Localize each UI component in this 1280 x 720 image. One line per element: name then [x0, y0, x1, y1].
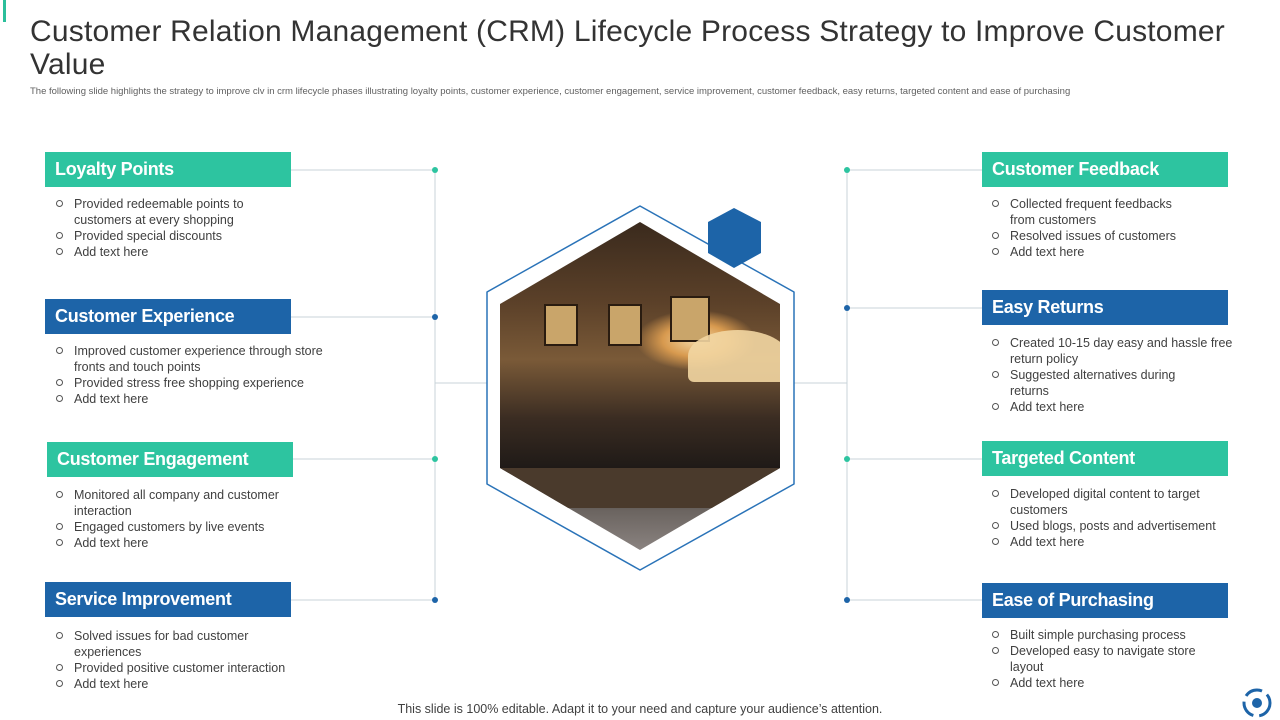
connector-dot: [432, 456, 438, 462]
list-item: Provided redeemable points to customers …: [45, 196, 274, 228]
list-item: Collected frequent feedbacks from custom…: [981, 196, 1196, 228]
connector-dot: [844, 167, 850, 173]
card-header-loyalty-points: Loyalty Points: [45, 152, 291, 187]
list-item: Add text here: [45, 535, 305, 551]
list-item: Improved customer experience through sto…: [45, 343, 345, 375]
card-header-ease-of-purchasing: Ease of Purchasing: [982, 583, 1228, 618]
bullet-list-targeted-content: Developed digital content to target cust…: [981, 486, 1251, 550]
list-item: Provided special discounts: [45, 228, 315, 244]
connector-dot: [844, 597, 850, 603]
list-item: Suggested alternatives during returns: [981, 367, 1210, 399]
list-item: Add text here: [45, 391, 345, 407]
list-item: Provided positive customer interaction: [45, 660, 315, 676]
connector-dot: [432, 597, 438, 603]
list-item: Used blogs, posts and advertisement: [981, 518, 1251, 534]
list-item: Add text here: [45, 676, 315, 692]
list-item: Add text here: [981, 534, 1251, 550]
footer-note: This slide is 100% editable. Adapt it to…: [397, 702, 883, 716]
bullet-list-loyalty-points: Provided redeemable points to customers …: [45, 196, 315, 260]
refresh-cycle-icon: [1242, 688, 1272, 718]
connector-dot: [432, 167, 438, 173]
list-item: Resolved issues of customers: [981, 228, 1196, 244]
list-item: Add text here: [981, 675, 1216, 691]
card-header-targeted-content: Targeted Content: [982, 441, 1228, 476]
list-item: Solved issues for bad customer experienc…: [45, 628, 284, 660]
bullet-list-service-improvement: Solved issues for bad customer experienc…: [45, 628, 315, 692]
small-hexagon-accent: [708, 208, 761, 268]
bullet-list-customer-experience: Improved customer experience through sto…: [45, 343, 345, 407]
connector-dot: [432, 314, 438, 320]
list-item: Developed easy to navigate store layout: [981, 643, 1216, 675]
card-header-easy-returns: Easy Returns: [982, 290, 1228, 325]
card-header-customer-experience: Customer Experience: [45, 299, 291, 334]
list-item: Add text here: [45, 244, 315, 260]
list-item: Developed digital content to target cust…: [981, 486, 1220, 518]
list-item: Built simple purchasing process: [981, 627, 1216, 643]
bullet-list-customer-feedback: Collected frequent feedbacks from custom…: [981, 196, 1196, 260]
connector-dot: [844, 456, 850, 462]
list-item: Monitored all company and customer inter…: [45, 487, 305, 519]
bullet-list-ease-of-purchasing: Built simple purchasing process Develope…: [981, 627, 1216, 691]
bullet-list-easy-returns: Created 10-15 day easy and hassle free r…: [981, 335, 1236, 415]
card-header-customer-feedback: Customer Feedback: [982, 152, 1228, 187]
bullet-list-customer-engagement: Monitored all company and customer inter…: [45, 487, 305, 551]
list-item: Provided stress free shopping experience: [45, 375, 345, 391]
list-item: Engaged customers by live events: [45, 519, 305, 535]
list-item: Created 10-15 day easy and hassle free r…: [981, 335, 1236, 367]
list-item: Add text here: [981, 244, 1196, 260]
connector-dot: [844, 305, 850, 311]
card-header-service-improvement: Service Improvement: [45, 582, 291, 617]
card-header-customer-engagement: Customer Engagement: [47, 442, 293, 477]
list-item: Add text here: [981, 399, 1236, 415]
